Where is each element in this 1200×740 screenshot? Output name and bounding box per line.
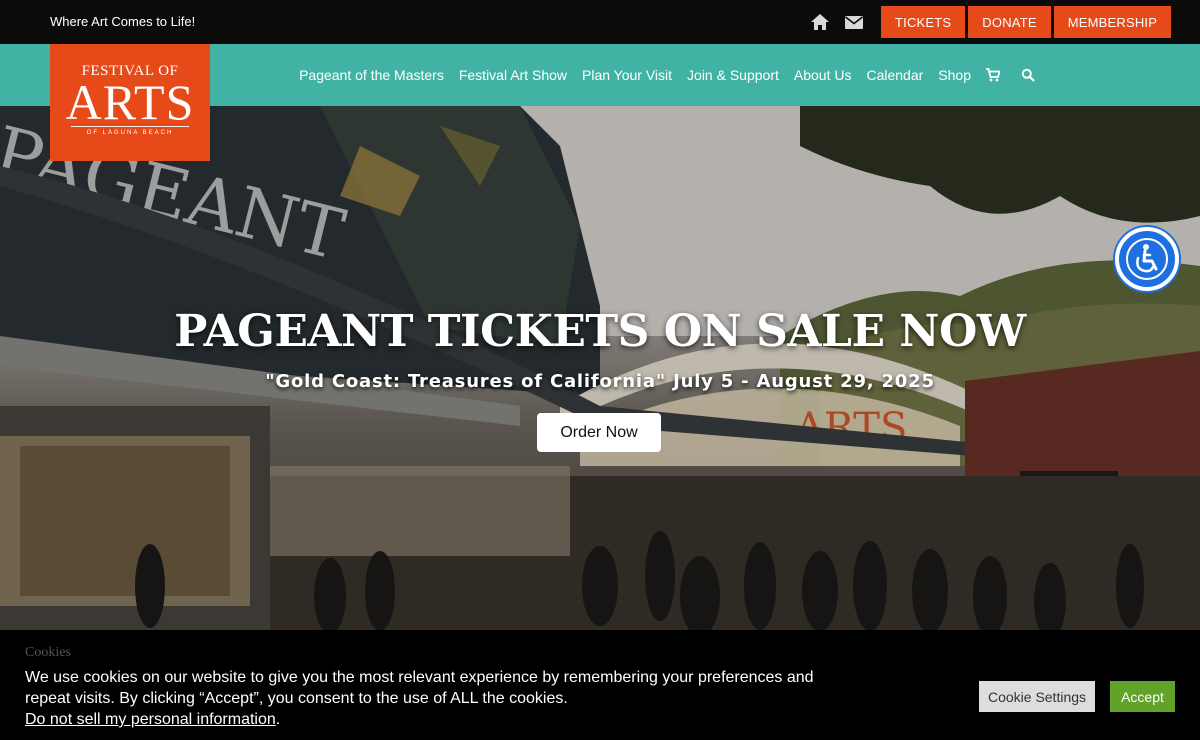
cookie-accept-button[interactable]: Accept <box>1110 681 1175 712</box>
main-nav: Pageant of the Masters Festival Art Show… <box>299 44 1035 106</box>
membership-button[interactable]: MEMBERSHIP <box>1053 6 1172 38</box>
top-icons <box>810 12 864 32</box>
search-icon[interactable] <box>1021 68 1035 82</box>
logo-main-text: ARTS <box>65 74 195 130</box>
cart-icon[interactable] <box>986 68 1000 82</box>
cookie-link-period: . <box>275 711 281 728</box>
cookie-title: Cookies <box>25 645 71 660</box>
hero-title: PAGEANT TICKETS ON SALE NOW <box>174 306 1026 357</box>
nav-shop[interactable]: Shop <box>938 67 971 83</box>
donate-button[interactable]: DONATE <box>968 6 1051 38</box>
festival-of-arts-logo[interactable]: FESTIVAL OF ARTS OF LAGUNA BEACH <box>50 44 210 161</box>
do-not-sell-link[interactable]: Do not sell my personal information <box>25 711 276 728</box>
cookie-banner: Cookies We use cookies on our website to… <box>0 630 1200 740</box>
top-buttons: TICKETS DONATE MEMBERSHIP <box>881 6 1172 38</box>
logo-sub-text: OF LAGUNA BEACH <box>86 130 174 136</box>
tagline: Where Art Comes to Life! <box>50 14 196 29</box>
logo-divider <box>71 126 189 127</box>
cookie-settings-button[interactable]: Cookie Settings <box>979 681 1095 712</box>
nav-join-support[interactable]: Join & Support <box>687 67 779 83</box>
top-bar: Where Art Comes to Life! TICKETS DONATE … <box>0 0 1200 44</box>
tickets-button[interactable]: TICKETS <box>881 6 966 38</box>
hero-background-image: PAGEANT ARTS <box>0 106 1200 630</box>
hero-subtitle: "Gold Coast: Treasures of California" Ju… <box>265 371 935 392</box>
nav-pageant[interactable]: Pageant of the Masters <box>299 67 444 83</box>
cookie-text: We use cookies on our website to give yo… <box>25 669 814 707</box>
home-icon[interactable] <box>810 12 830 32</box>
hero-banner: PAGEANT ARTS PAGEANT TICKETS ON SALE NOW… <box>0 106 1200 630</box>
order-now-button[interactable]: Order Now <box>537 413 661 452</box>
nav-about-us[interactable]: About Us <box>794 67 852 83</box>
envelope-icon[interactable] <box>844 12 864 32</box>
nav-calendar[interactable]: Calendar <box>866 67 923 83</box>
nav-festival-art-show[interactable]: Festival Art Show <box>459 67 567 83</box>
nav-plan-your-visit[interactable]: Plan Your Visit <box>582 67 672 83</box>
accessibility-icon <box>1126 238 1168 280</box>
cookie-message: We use cookies on our website to give yo… <box>25 667 815 730</box>
accessibility-button[interactable] <box>1115 227 1179 291</box>
